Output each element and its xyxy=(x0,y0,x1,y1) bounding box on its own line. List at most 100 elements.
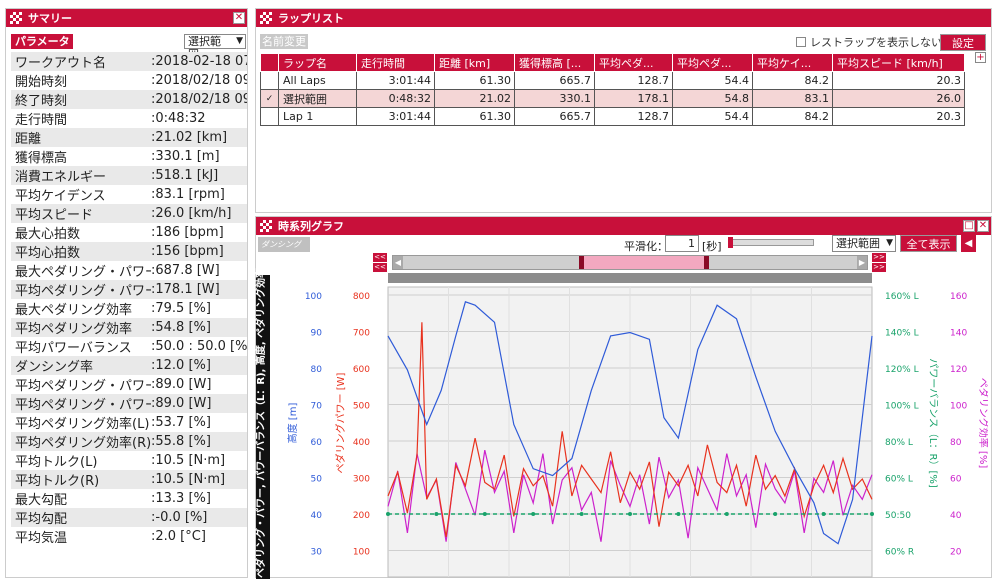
balance-point xyxy=(628,512,632,516)
summary-row-label: 最大心拍数 xyxy=(15,227,81,242)
summary-row-value: :10.5 [N·m] xyxy=(151,472,226,487)
series-vertical-tab[interactable]: ペダリング・パワー, パワーバランス（L：R), 高度, ペダリング効率 xyxy=(256,268,270,579)
lap-table-row[interactable]: ✓ 選択範囲 0:48:32 21.02 330.1 178.1 54.8 83.1 26.0 xyxy=(260,89,965,108)
parameter-tab[interactable]: パラメータ xyxy=(11,34,73,49)
power-tick-label: 500 xyxy=(353,402,370,412)
balance-tick-label: 60% R xyxy=(885,548,914,558)
summary-row: 最大心拍数 :186 [bpm] xyxy=(11,223,247,242)
scroll-left-double-icon[interactable]: << xyxy=(373,253,387,262)
lap-row-checkbox[interactable]: ✓ xyxy=(260,89,279,108)
summary-row-label: 獲得標高 xyxy=(15,151,68,166)
balance-tick-label: 160% L xyxy=(885,292,919,302)
checkbox-icon[interactable] xyxy=(796,37,806,47)
lap-table-header-cell[interactable]: 走行時間 xyxy=(356,53,435,72)
range-navigator[interactable]: ◀ ▶ xyxy=(392,255,868,270)
slider-thumb[interactable] xyxy=(728,237,733,248)
summary-row: 最大勾配:13.3 [%] xyxy=(11,489,247,508)
lap-table-cell: 20.3 xyxy=(832,71,965,90)
lap-table-header-cell[interactable]: 平均ペダ... xyxy=(594,53,673,72)
lap-table-cell: 20.3 xyxy=(832,107,965,126)
settings-button[interactable]: 設定 xyxy=(940,34,986,51)
smoothing-slider[interactable] xyxy=(728,237,814,248)
altitude-tick-label: 30 xyxy=(311,548,323,558)
summary-row: 終了時刻:2018/02/18 09 xyxy=(11,90,247,109)
lap-table-header-cell[interactable]: 平均スピード [km/h] xyxy=(832,53,965,72)
lap-row-checkbox[interactable] xyxy=(260,107,279,126)
lap-table-header-cell[interactable]: ラップ名 xyxy=(278,53,357,72)
graph-range-select[interactable]: 選択範囲 ▼ xyxy=(832,235,896,252)
graph-titlebar: 時系列グラフ □ ✕ xyxy=(256,217,991,235)
balance-point xyxy=(386,512,390,516)
lap-table-header-cell[interactable]: 獲得標高 [... xyxy=(514,53,595,72)
summary-row-label: ダンシング率 xyxy=(15,360,94,375)
balance-tick-label: 50:50 xyxy=(885,511,911,521)
summary-row: 距離:21.02 [km] xyxy=(11,128,247,147)
checker-icon xyxy=(260,12,272,24)
summary-row-label: 最大勾配 xyxy=(15,493,68,508)
close-icon[interactable]: ✕ xyxy=(233,12,245,24)
summary-row-value: :2018/02/18 09 xyxy=(151,92,247,107)
scroll-right-double-icon[interactable]: >> xyxy=(872,253,886,262)
timeline-graph-panel: 時系列グラフ □ ✕ ダンシング 平滑化： 1 [秒] 選択範囲 ▼ 全て表示 … xyxy=(255,216,992,579)
lap-table-header-cell[interactable]: 平均ペダ... xyxy=(672,53,753,72)
lap-table-row[interactable]: All Laps 3:01:44 61.30 665.7 128.7 54.4 84.2 20… xyxy=(260,71,965,90)
lap-table-header-cell[interactable]: 距離 [km] xyxy=(434,53,515,72)
plus-icon[interactable]: + xyxy=(975,52,986,63)
maximize-icon[interactable]: □ xyxy=(963,220,975,232)
back-arrow-icon[interactable]: ◀ xyxy=(961,235,976,252)
balance-point xyxy=(434,512,439,516)
smoothing-input[interactable]: 1 xyxy=(665,235,699,252)
summary-row-value: :2018-02-18 07 xyxy=(151,54,247,69)
lap-table-cell: 84.2 xyxy=(752,71,833,90)
lap-table-cell: 128.7 xyxy=(594,71,673,90)
summary-row-value: :89.0 [W] xyxy=(151,396,212,411)
rename-button[interactable]: 名前変更 xyxy=(260,34,308,49)
scroll-left-double-icon-2[interactable]: << xyxy=(373,263,387,272)
checker-icon xyxy=(260,220,272,232)
summary-row: 平均トルク(R):10.5 [N·m] xyxy=(11,470,247,489)
efficiency-tick-label: 20 xyxy=(950,548,962,558)
lap-row-checkbox[interactable] xyxy=(260,71,279,90)
rest-lap-checkbox[interactable]: レストラップを表示しない xyxy=(796,34,942,50)
summary-row: 最大ペダリング・パワー:687.8 [W] xyxy=(11,261,247,280)
summary-row-value: :54.8 [%] xyxy=(151,320,211,335)
summary-row-value: :12.0 [%] xyxy=(151,358,211,373)
power-tick-label: 800 xyxy=(353,292,370,302)
lap-table-header-cell[interactable]: 平均ケイ... xyxy=(752,53,833,72)
summary-row: 平均ペダリング効率:54.8 [%] xyxy=(11,318,247,337)
lap-list-title: ラップリスト xyxy=(278,12,344,25)
lap-table-cell: Lap 1 xyxy=(278,107,357,126)
range-selection-handle[interactable] xyxy=(579,256,709,269)
close-icon[interactable]: ✕ xyxy=(977,220,989,232)
summary-row-value: :50.0 : 50.0 [%] xyxy=(151,339,247,354)
chevron-right-icon[interactable]: ▶ xyxy=(857,256,867,269)
efficiency-tick-label: 140 xyxy=(950,329,967,339)
scroll-right-double-icon-2[interactable]: >> xyxy=(872,263,886,272)
show-all-button[interactable]: 全て表示 xyxy=(900,235,957,252)
summary-titlebar: サマリー ✕ xyxy=(6,9,247,27)
summary-row-label: 平均ペダリング・パワー(R) xyxy=(15,398,151,413)
power-tick-label: 600 xyxy=(353,365,370,375)
summary-row-value: :0:48:32 xyxy=(151,111,206,126)
summary-row-value: :156 [bpm] xyxy=(151,244,224,259)
dancing-logo: ダンシング xyxy=(258,237,310,252)
lap-table-cell: 61.30 xyxy=(434,71,515,90)
summary-row: 平均ペダリング・パワー(L):89.0 [W] xyxy=(11,375,247,394)
power-axis-label: ペダリングパワー [W] xyxy=(334,372,347,473)
summary-row-value: :687.8 [W] xyxy=(151,263,220,278)
summary-row-label: 平均勾配 xyxy=(15,512,68,527)
summary-row-value: :26.0 [km/h] xyxy=(151,206,232,221)
chevron-left-icon[interactable]: ◀ xyxy=(393,256,403,269)
summary-row-value: :83.1 [rpm] xyxy=(151,187,225,202)
summary-row-label: 平均気温 xyxy=(15,531,68,546)
lap-table-cell: 54.4 xyxy=(672,71,753,90)
summary-row: ワークアウト名:2018-02-18 07 xyxy=(11,52,247,71)
graph-title: 時系列グラフ xyxy=(278,220,344,233)
summary-row-value: :186 [bpm] xyxy=(151,225,224,240)
lap-table-row[interactable]: Lap 1 3:01:44 61.30 665.7 128.7 54.4 84.2 20.3 xyxy=(260,107,965,126)
summary-range-select[interactable]: 選択範囲 ▼ xyxy=(184,34,246,61)
summary-row-label: 走行時間 xyxy=(15,113,68,128)
altitude-tick-label: 90 xyxy=(311,329,323,339)
summary-row-label: 平均スピード xyxy=(15,208,94,223)
summary-row-value: :330.1 [m] xyxy=(151,149,220,164)
